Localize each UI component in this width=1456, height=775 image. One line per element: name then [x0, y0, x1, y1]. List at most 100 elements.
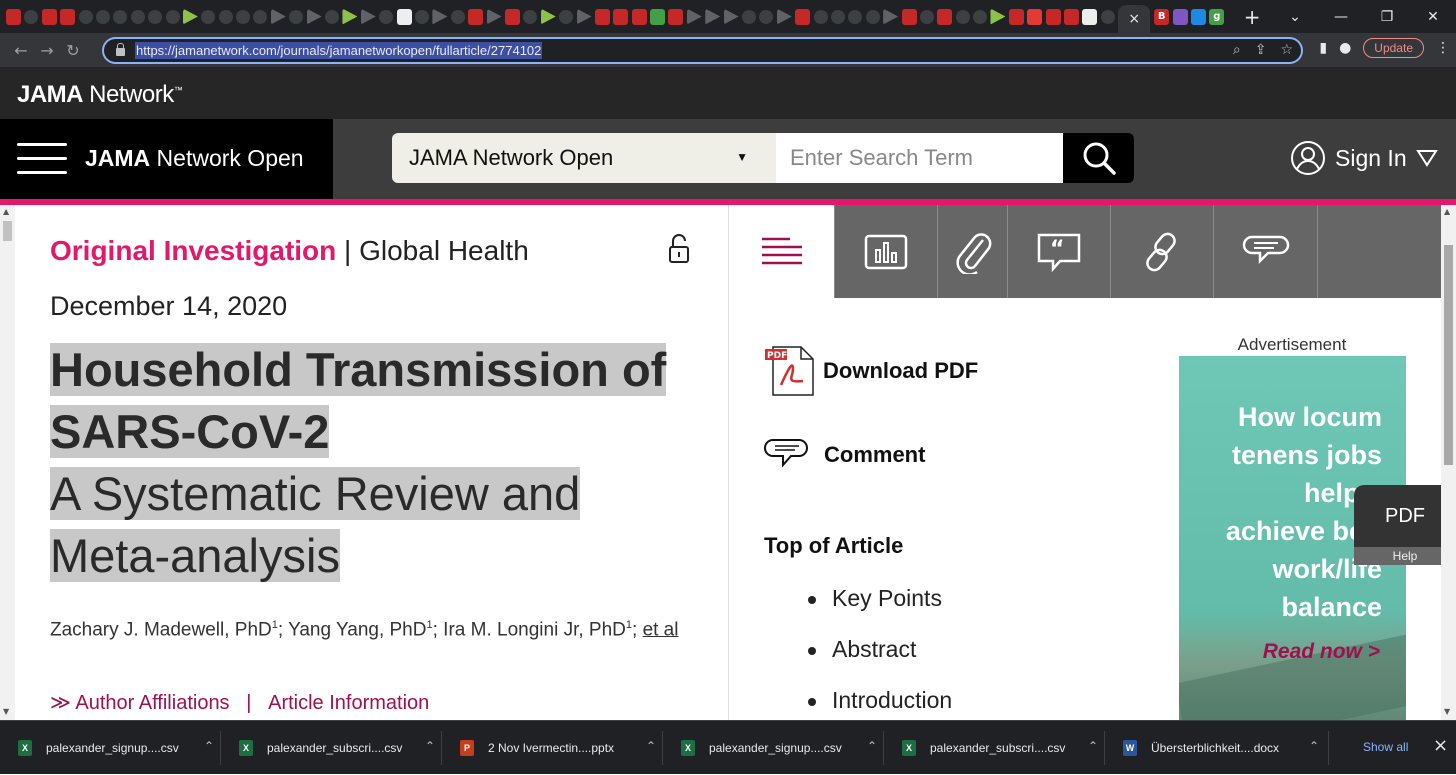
- tab-favicon[interactable]: [165, 9, 180, 24]
- tab-favicon[interactable]: [236, 9, 251, 24]
- tab-favicon[interactable]: [486, 8, 502, 25]
- tab-favicon[interactable]: [253, 9, 268, 24]
- tab-favicon[interactable]: [414, 9, 429, 24]
- tab-favicon[interactable]: [41, 8, 57, 25]
- tab-favicon[interactable]: [776, 8, 792, 25]
- left-scrollbar[interactable]: ▲ ▼: [0, 205, 15, 720]
- address-bar[interactable]: https://jamanetwork.com/journals/jamanet…: [102, 37, 1303, 64]
- search-scope-select[interactable]: JAMA Network Open ▼: [392, 133, 776, 183]
- tab-favicon[interactable]: [1082, 8, 1098, 25]
- article-information-link[interactable]: Article Information: [268, 692, 429, 714]
- tab-favicon[interactable]: [450, 9, 465, 24]
- reload-icon[interactable]: ↻: [60, 41, 86, 60]
- back-arrow-icon[interactable]: ←: [8, 41, 34, 60]
- tab-favicon[interactable]: [468, 8, 484, 25]
- tab-favicon[interactable]: [742, 9, 757, 24]
- journal-name[interactable]: JAMA Network Open: [85, 145, 304, 172]
- right-scrollbar[interactable]: ▲ ▼: [1441, 205, 1456, 720]
- sign-in-button[interactable]: Sign In: [1290, 140, 1438, 176]
- tab-favicon[interactable]: [306, 8, 322, 25]
- author-name[interactable]: Yang Yang, PhD: [288, 619, 426, 640]
- side-panel-icon[interactable]: ▮: [1319, 40, 1327, 56]
- scroll-up-icon[interactable]: ▲: [3, 207, 9, 216]
- tab-favicon[interactable]: [990, 8, 1006, 25]
- tab-favicon[interactable]: [668, 8, 684, 25]
- tab-favicon[interactable]: [759, 9, 774, 24]
- tab-favicon[interactable]: [1100, 9, 1115, 24]
- kebab-menu-icon[interactable]: ⋮: [1436, 40, 1450, 56]
- scroll-down-icon[interactable]: ▼: [1444, 707, 1450, 716]
- jama-network-logo[interactable]: JAMA Network™: [17, 81, 183, 109]
- minimize-icon[interactable]: —: [1318, 9, 1364, 25]
- download-item[interactable]: Xpalexander_subscri....csv ⌃: [239, 721, 435, 775]
- tab-favicon[interactable]: [1008, 8, 1024, 25]
- tab-favicon[interactable]: [955, 9, 970, 24]
- download-item[interactable]: W Übersterblichkeit....docx ⌃: [1123, 721, 1319, 775]
- tab-favicon[interactable]: B: [1154, 8, 1170, 25]
- caret-up-icon[interactable]: ⌃: [1309, 739, 1319, 753]
- tab-favicon[interactable]: [594, 8, 610, 25]
- url-text[interactable]: https://jamanetwork.com/journals/jamanet…: [135, 42, 543, 59]
- tab-figures[interactable]: [834, 205, 937, 298]
- tab-favicon[interactable]: [182, 8, 198, 25]
- caret-up-icon[interactable]: ⌃: [425, 739, 435, 753]
- tab-favicon[interactable]: [795, 8, 811, 25]
- tab-favicon[interactable]: [901, 8, 917, 25]
- article-topic[interactable]: Global Health: [359, 235, 529, 266]
- download-pdf-link[interactable]: PDF Download PDF: [763, 345, 978, 397]
- caret-up-icon[interactable]: ⌃: [1088, 739, 1098, 753]
- author-affiliations-link[interactable]: Author Affiliations: [75, 692, 229, 714]
- tab-favicon[interactable]: [270, 8, 286, 25]
- author-name[interactable]: Ira M. Longini Jr, PhD: [443, 619, 626, 640]
- tab-favicon[interactable]: [95, 9, 110, 24]
- profile-icon[interactable]: ●: [1339, 40, 1351, 56]
- tab-favicon[interactable]: [504, 8, 520, 25]
- window-close-icon[interactable]: ✕: [1410, 9, 1456, 25]
- article-type[interactable]: Original Investigation: [50, 235, 336, 266]
- scroll-up-icon[interactable]: ▲: [1444, 207, 1450, 216]
- tab-favicon[interactable]: [937, 8, 953, 25]
- forward-arrow-icon[interactable]: →: [34, 41, 60, 60]
- hamburger-menu-icon[interactable]: [17, 143, 67, 175]
- tab-favicon[interactable]: [432, 8, 448, 25]
- search-button[interactable]: [1063, 133, 1134, 183]
- scrollbar-thumb[interactable]: [1444, 245, 1453, 465]
- scroll-down-icon[interactable]: ▼: [3, 707, 9, 716]
- ad-read-now-link[interactable]: Read now >: [1263, 640, 1380, 664]
- active-tab[interactable]: ×: [1118, 5, 1151, 33]
- tab-favicon[interactable]: [973, 9, 988, 24]
- tab-favicon[interactable]: [1191, 8, 1206, 25]
- tab-search-chevron-icon[interactable]: ⌄: [1272, 9, 1318, 25]
- tab-comments[interactable]: [1213, 205, 1317, 298]
- zoom-icon[interactable]: ⌕: [1233, 42, 1241, 58]
- tab-favicon[interactable]: [325, 9, 340, 24]
- outline-item-introduction[interactable]: Introduction: [808, 687, 952, 720]
- download-item[interactable]: P 2 Nov Ivermectin....pptx ⌃: [460, 721, 656, 775]
- tab-favicon[interactable]: [1027, 8, 1043, 25]
- tab-favicon[interactable]: g: [1209, 8, 1225, 25]
- caret-up-icon[interactable]: ⌃: [204, 739, 214, 753]
- author-name[interactable]: Zachary J. Madewell, PhD: [50, 619, 272, 640]
- tab-favicon[interactable]: [1172, 8, 1188, 25]
- tab-favicon[interactable]: [130, 9, 145, 24]
- caret-up-icon[interactable]: ⌃: [646, 739, 656, 753]
- tab-favicon[interactable]: [1064, 8, 1080, 25]
- tab-favicon[interactable]: [723, 8, 739, 25]
- tab-favicon[interactable]: [848, 9, 863, 24]
- outline-item-abstract[interactable]: Abstract: [808, 636, 952, 687]
- new-tab-button[interactable]: +: [1244, 5, 1261, 29]
- tab-cite[interactable]: “: [1007, 205, 1110, 298]
- et-al-link[interactable]: et al: [643, 619, 679, 640]
- tab-favicon[interactable]: [540, 8, 556, 25]
- tab-favicon[interactable]: [218, 9, 233, 24]
- top-of-article-heading[interactable]: Top of Article: [764, 533, 903, 559]
- download-item[interactable]: Xpalexander_subscri....csv ⌃: [902, 721, 1098, 775]
- tab-favicon[interactable]: [865, 9, 880, 24]
- tab-favicon[interactable]: [379, 9, 394, 24]
- tab-favicon[interactable]: [6, 8, 21, 25]
- tab-favicon[interactable]: [342, 8, 358, 25]
- tab-favicon[interactable]: [559, 9, 574, 24]
- tab-favicon[interactable]: [148, 9, 163, 24]
- comment-link[interactable]: Comment: [763, 437, 925, 473]
- search-input[interactable]: [776, 133, 1063, 183]
